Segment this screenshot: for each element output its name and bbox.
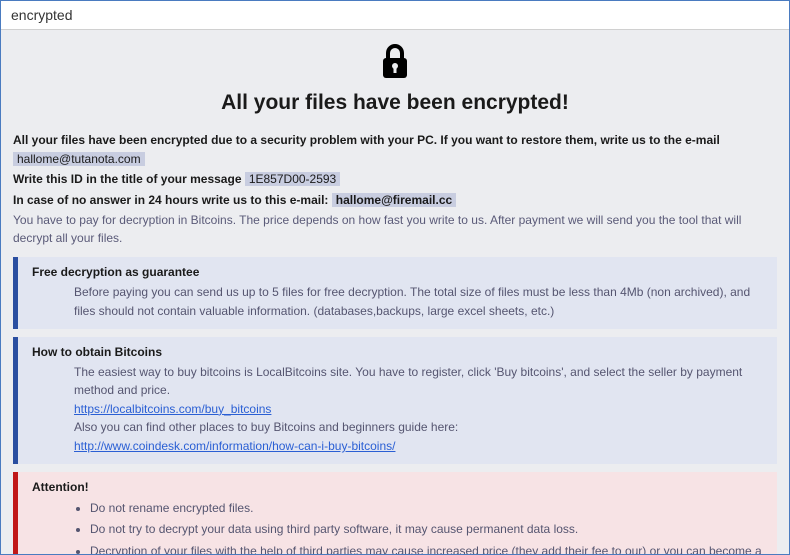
content-area: All your files have been encrypted! All … [1, 30, 789, 554]
free-decryption-box: Free decryption as guarantee Before payi… [13, 257, 777, 328]
free-decryption-body: Before paying you can send us up to 5 fi… [32, 283, 767, 320]
obtain-bitcoins-body: The easiest way to buy bitcoins is Local… [32, 363, 767, 456]
intro-line-2: Write this ID in the title of your messa… [13, 170, 777, 189]
obtain-bitcoins-box: How to obtain Bitcoins The easiest way t… [13, 337, 777, 464]
obtain-bitcoins-title: How to obtain Bitcoins [32, 345, 767, 359]
list-item: Decryption of your files with the help o… [90, 541, 767, 554]
payment-note: You have to pay for decryption in Bitcoi… [13, 211, 777, 247]
intro-text-1: All your files have been encrypted due t… [13, 133, 720, 147]
attention-title: Attention! [32, 480, 767, 494]
list-item: Do not rename encrypted files. [90, 498, 767, 520]
intro-line-3: In case of no answer in 24 hours write u… [13, 191, 777, 210]
free-decryption-title: Free decryption as guarantee [32, 265, 767, 279]
victim-id: 1E857D00-2593 [245, 172, 340, 186]
intro-line-1: All your files have been encrypted due t… [13, 131, 777, 168]
headline: All your files have been encrypted! [13, 91, 777, 115]
intro-text-2: Write this ID in the title of your messa… [13, 172, 245, 186]
email-primary: hallome@tutanota.com [13, 152, 145, 166]
intro-text-3: In case of no answer in 24 hours write u… [13, 193, 332, 207]
ransom-window: encrypted All your files have been encry… [0, 0, 790, 555]
btc-link-1[interactable]: https://localbitcoins.com/buy_bitcoins [74, 402, 271, 416]
btc-link-2[interactable]: http://www.coindesk.com/information/how-… [74, 439, 395, 453]
btc-line-2: Also you can find other places to buy Bi… [74, 420, 458, 434]
list-item: Do not try to decrypt your data using th… [90, 519, 767, 541]
btc-line-1: The easiest way to buy bitcoins is Local… [74, 365, 742, 398]
lock-icon [13, 44, 777, 85]
email-secondary: hallome@firemail.cc [332, 193, 456, 207]
window-title: encrypted [11, 7, 72, 23]
window-titlebar: encrypted [1, 1, 789, 30]
attention-list: Do not rename encrypted files. Do not tr… [32, 498, 767, 554]
attention-box: Attention! Do not rename encrypted files… [13, 472, 777, 554]
